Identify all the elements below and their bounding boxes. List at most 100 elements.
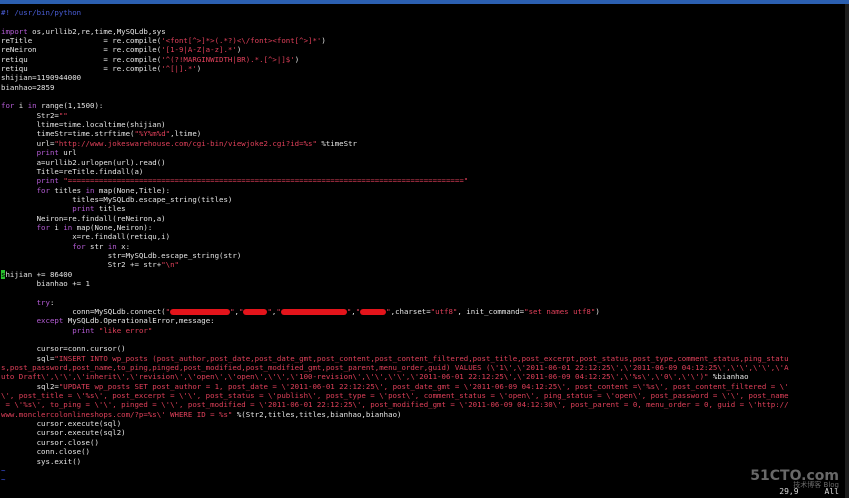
redacted-block: [170, 309, 231, 315]
code-token: , init_command=: [457, 307, 525, 316]
code-line: print "=================================…: [1, 176, 843, 185]
code-editor[interactable]: #! /usr/bin/python import os,urllib2,re,t…: [1, 8, 843, 485]
code-token: conn.close(): [1, 447, 90, 457]
code-token: "\n": [161, 260, 179, 270]
code-line: try:: [1, 298, 843, 307]
code-token: = \'%s\', to_ping = \'\', pinged = \'\',…: [1, 400, 789, 410]
code-line: except MySQLdb.OperationalError,message:: [1, 316, 843, 325]
code-token: Str2=: [1, 110, 59, 120]
code-token: for: [36, 222, 50, 232]
code-line: shijian += 86400: [1, 269, 843, 279]
code-token: str=MySQLdb.escape_string(str): [1, 250, 242, 260]
terminal-window[interactable]: #! /usr/bin/python import os,urllib2,re,t…: [0, 0, 849, 498]
code-line: Title=reTitle.findall(a): [1, 167, 843, 176]
code-token: "utf8": [430, 307, 458, 316]
code-line: str=MySQLdb.escape_string(str): [1, 251, 843, 260]
code-token: x:: [116, 241, 131, 251]
redacted-block: [360, 309, 387, 315]
scroll-position: All: [824, 487, 839, 496]
code-token: for: [36, 185, 50, 195]
code-token: except: [36, 316, 64, 326]
code-token: Title=reTitle.findall(a): [1, 166, 144, 176]
code-token: print: [72, 325, 95, 335]
code-token: import: [1, 26, 28, 36]
code-line: for str in x:: [1, 242, 843, 251]
code-line: url="http://www.jokeswarehouse.com/cgi-b…: [1, 139, 843, 148]
code-line: sql="INSERT INTO wp_posts (post_author,p…: [1, 354, 843, 363]
code-token: \', post_title = \'%s\', post_excerpt = …: [1, 391, 789, 401]
code-line: sql2="UPDATE wp_posts SET post_author = …: [1, 382, 843, 391]
code-line: shijian=1190944000: [1, 73, 843, 82]
code-token: try: [36, 297, 50, 307]
code-token: x=re.findall(retiqu,i): [1, 232, 171, 242]
code-token: sys.exit(): [1, 456, 82, 466]
code-line: print url: [1, 148, 843, 157]
code-line: www.monclercolonlineshops.com/?p=%s\' WH…: [1, 410, 843, 419]
code-line: retiqu = re.compile('^[|].*'): [1, 64, 843, 73]
code-token: a=urllib2.urlopen(url).read(): [1, 157, 166, 167]
code-token: cursor.execute(sql): [1, 419, 122, 429]
code-line: retiqu = re.compile('^(?!MARGINWIDTH|BR)…: [1, 55, 843, 64]
code-token: %timeStr: [316, 138, 357, 148]
code-token: "like error": [98, 325, 153, 335]
code-line: s,post_password,post_name,to_ping,pinged…: [1, 363, 843, 372]
code-token: Str2 += str+: [1, 260, 162, 270]
code-line: titles=MySQLdb.escape_string(titles): [1, 195, 843, 204]
code-token: titles: [94, 204, 126, 214]
code-token: reNeiron = re.compile(: [1, 45, 162, 55]
cursor-position: 29,9: [779, 487, 799, 496]
code-token: for: [1, 101, 15, 111]
code-line: ltime=time.localtime(shijian): [1, 120, 843, 129]
code-line: for i in map(None,Neiron):: [1, 223, 843, 232]
code-token: retiqu = re.compile(: [1, 54, 162, 64]
code-token: range(1,1500):: [36, 101, 104, 111]
code-line: timeStr=time.strftime("%Y%m%d",ltime): [1, 129, 843, 138]
code-token: in: [27, 101, 37, 111]
code-line: \', post_title = \'%s\', post_excerpt = …: [1, 391, 843, 400]
code-token: print: [72, 204, 95, 214]
code-token: :: [49, 297, 55, 307]
code-token: for: [72, 241, 86, 251]
code-token: "INSERT INTO wp_posts (post_author,post_…: [54, 353, 789, 363]
code-token: ): [236, 45, 242, 55]
code-line: uto Draft\',\'\',\'inherit\',\'revision\…: [1, 372, 843, 381]
code-line: conn=MySQLdb.connect(" "," "," "," ",charset…: [1, 307, 843, 316]
code-token: s,post_password,post_name,to_ping,pinged…: [1, 363, 789, 373]
code-token: map(None,Neiron):: [72, 222, 153, 232]
code-token: "": [58, 110, 68, 120]
code-token: os,urllib2,re,time,MySQLdb,sys: [27, 26, 166, 36]
code-token: uto Draft\',\'\',\'inherit\',\'revision\…: [1, 372, 709, 382]
code-token: "UPDATE wp_posts SET post_author = 1, po…: [58, 381, 789, 391]
code-line: ~: [1, 466, 843, 475]
code-line: cursor.close(): [1, 438, 843, 447]
redacted-block: [243, 309, 268, 315]
code-token: in: [107, 241, 117, 251]
code-token: "set names utf8": [524, 307, 596, 316]
code-line: conn.close(): [1, 447, 843, 456]
code-token: "%Y%m%d": [134, 129, 171, 139]
code-token: ,charset=: [390, 307, 431, 316]
code-token: ): [294, 54, 300, 64]
code-line: Neiron=re.findall(reNeiron,a): [1, 214, 843, 223]
code-token: #! /usr/bin/python: [1, 8, 82, 17]
code-token: reTitle = re.compile(: [1, 36, 162, 46]
code-token: %(Str2,titles,titles,bianhao,bianhao): [232, 409, 402, 419]
code-token: print: [36, 176, 59, 186]
scrollbar[interactable]: [845, 4, 849, 498]
redacted-block: [280, 309, 347, 315]
code-token: timeStr=time.strftime(: [1, 129, 135, 139]
code-token: ): [196, 64, 202, 74]
code-token: hijian += 86400: [5, 269, 73, 279]
code-line: bianhao=2859: [1, 83, 843, 92]
code-token: ): [321, 36, 326, 46]
code-line: import os,urllib2,re,time,MySQLdb,sys: [1, 27, 843, 36]
code-token: shijian=1190944000: [1, 73, 82, 83]
code-token: conn=MySQLdb.connect(: [1, 307, 166, 316]
code-token: www.monclercolonlineshops.com/?p=%s\' WH…: [1, 409, 233, 419]
